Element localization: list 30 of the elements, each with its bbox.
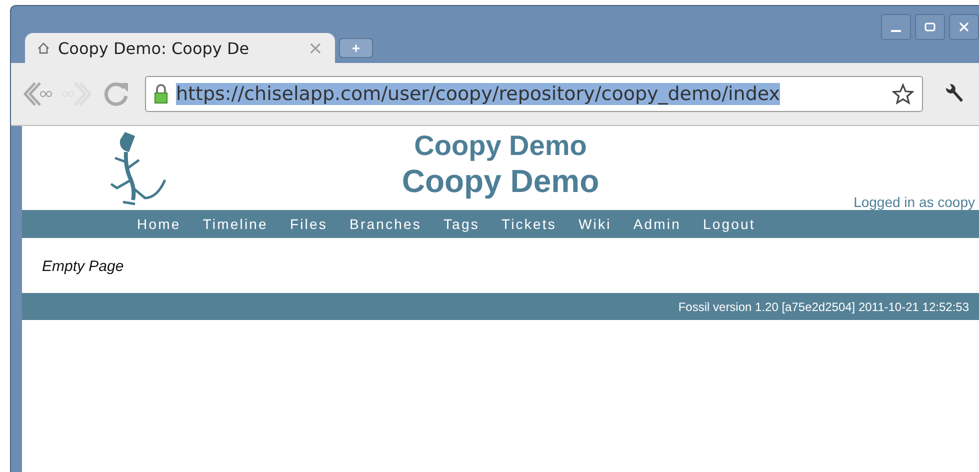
maximize-button[interactable]	[915, 14, 945, 40]
new-tab-button[interactable]: +	[339, 38, 373, 58]
nav-link[interactable]: Tags	[443, 216, 480, 232]
nav-link[interactable]: Files	[290, 216, 328, 232]
nav-link[interactable]: Logout	[703, 216, 756, 232]
site-title: Coopy Demo	[414, 130, 587, 162]
version-text: Fossil version 1.20 [a75e2d2504] 2011-10-21 12:52:53	[678, 300, 969, 314]
browser-tab[interactable]: Coopy Demo: Coopy De ×	[25, 33, 335, 63]
close-button[interactable]	[949, 14, 979, 40]
nav-link[interactable]: Wiki	[578, 216, 612, 232]
star-icon[interactable]	[892, 83, 914, 105]
maximize-icon	[924, 21, 936, 33]
login-status: Logged in as coopy	[854, 194, 975, 210]
wrench-icon[interactable]	[943, 83, 965, 105]
minimize-button[interactable]	[881, 14, 911, 40]
tab-title: Coopy Demo: Coopy De	[58, 38, 250, 58]
nav-link[interactable]: Branches	[350, 216, 422, 232]
minimize-icon	[891, 30, 901, 32]
page-content: Empty Page	[42, 258, 124, 275]
home-icon	[37, 42, 50, 54]
nav-link[interactable]: Admin	[633, 216, 681, 232]
address-field[interactable]: https://chiselapp.com/user/coopy/repository/coopy_demo/index	[145, 76, 923, 112]
url-text: https://chiselapp.com/user/coopy/repository/coopy_demo/index	[176, 83, 780, 105]
padlock-icon	[154, 84, 168, 104]
nav-link[interactable]: Tickets	[501, 216, 556, 232]
close-tab-button[interactable]: ×	[308, 38, 323, 58]
nav-link[interactable]: Home	[137, 216, 181, 232]
close-icon	[958, 21, 970, 33]
nav-link[interactable]: Timeline	[202, 216, 268, 232]
page-title: Coopy Demo	[402, 162, 600, 200]
